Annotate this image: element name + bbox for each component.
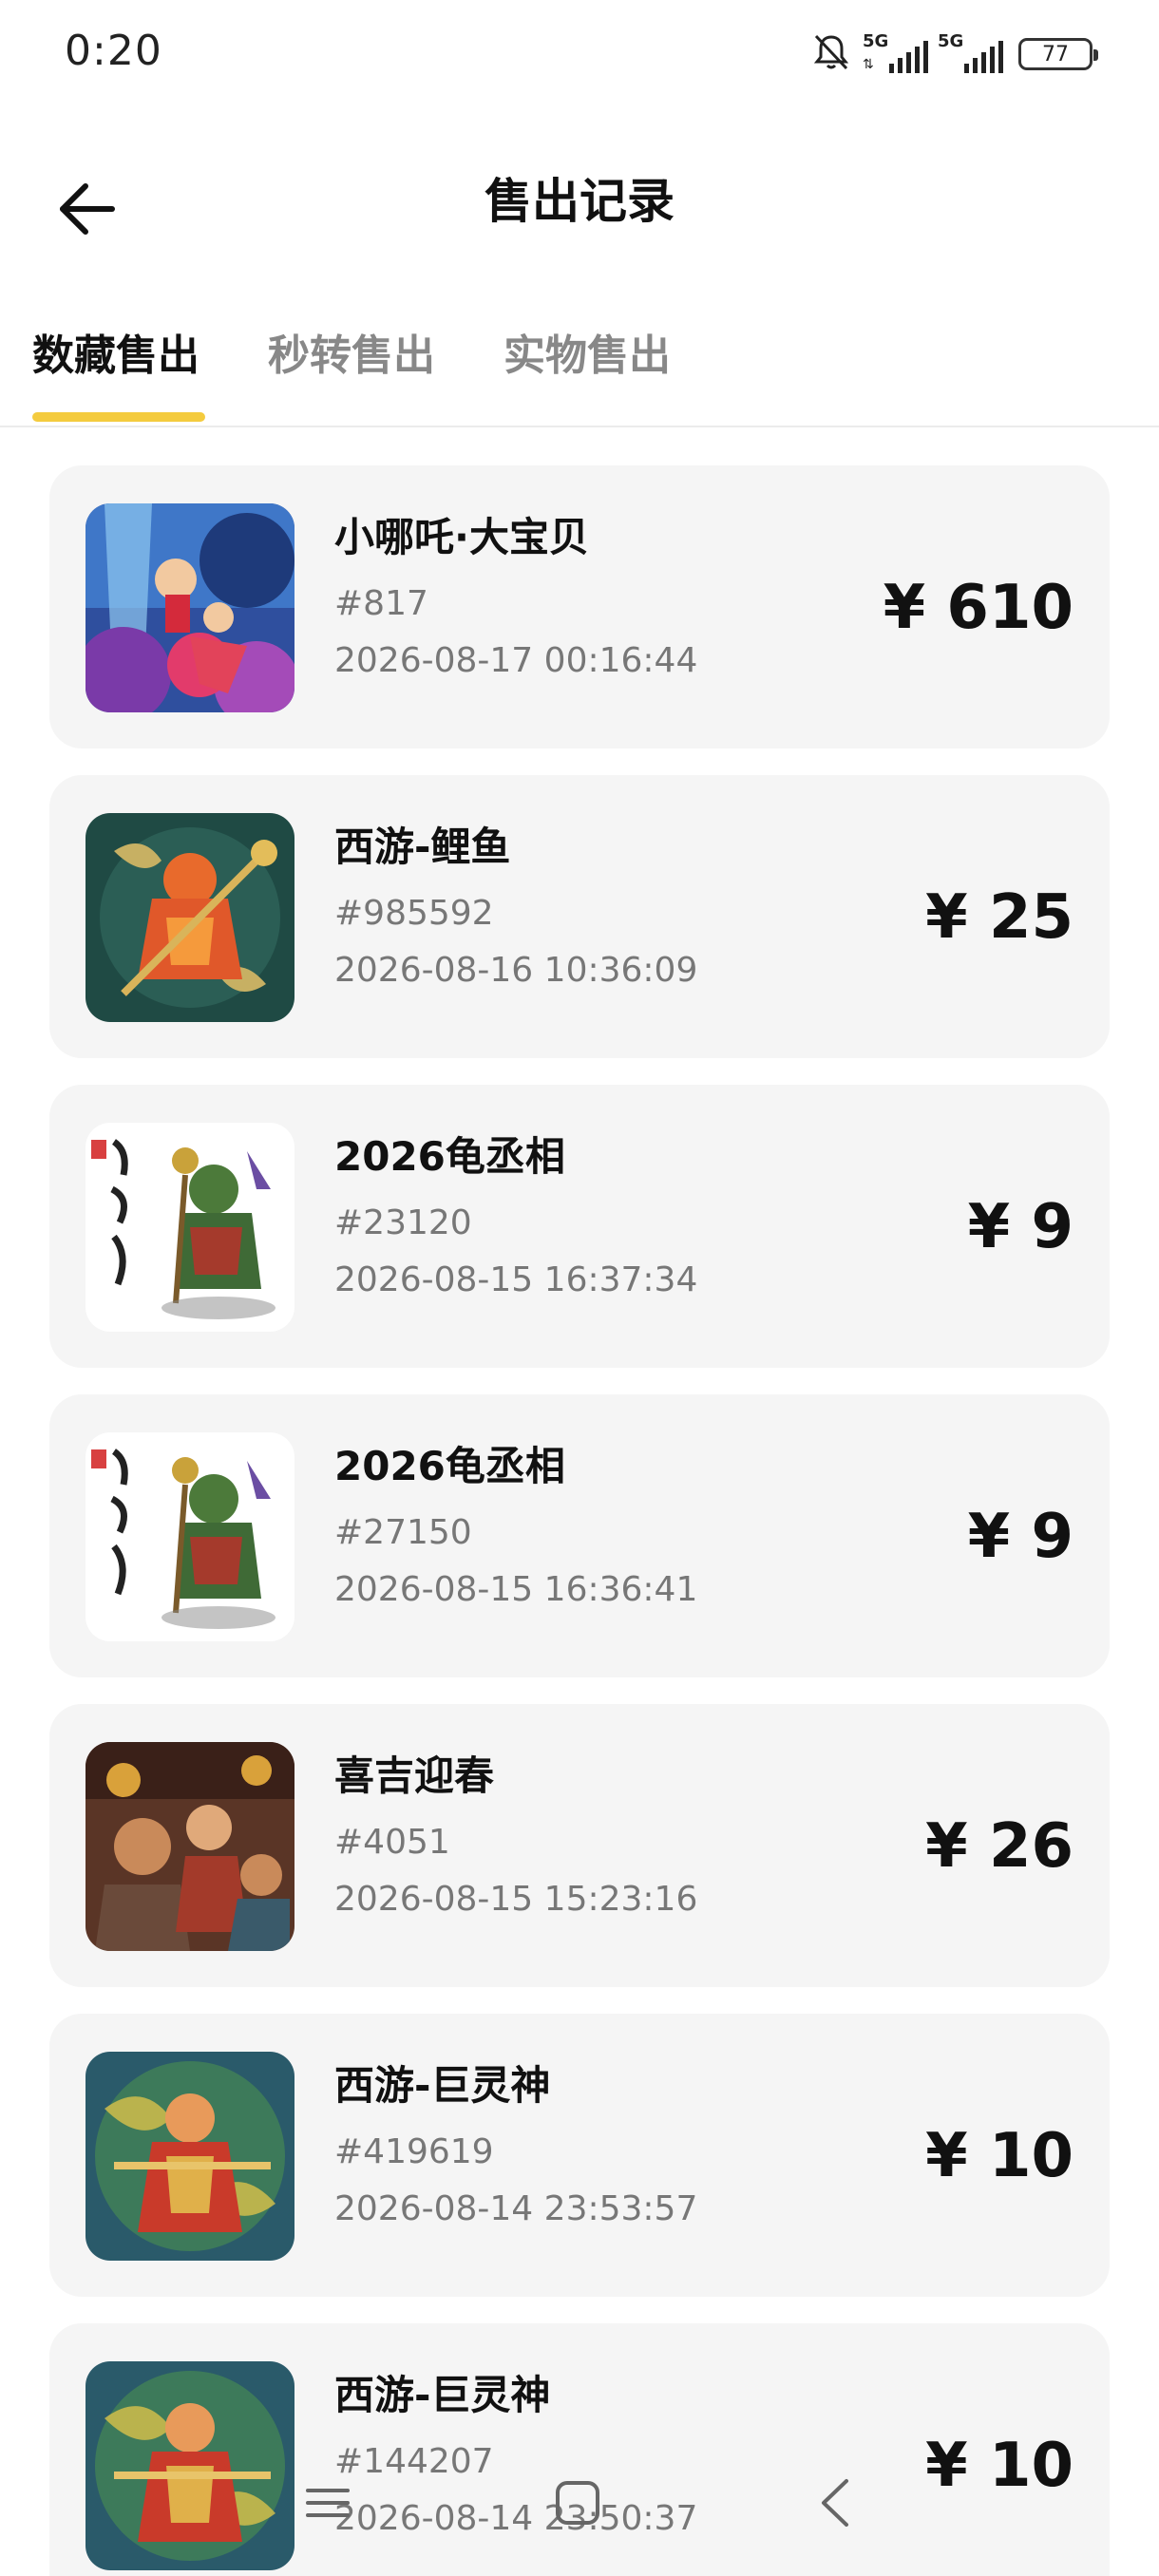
serial-number: #23120 (334, 1203, 472, 1242)
tab-instant-sold[interactable]: 秒转售出 (268, 321, 435, 382)
record-card[interactable]: 小哪吒·大宝贝 #817 2026-08-17 00:16:44 ¥ 610 (49, 465, 1110, 748)
battery-level: 77 (1042, 42, 1069, 66)
collectible-name: 西游-巨灵神 (334, 2372, 551, 2418)
battery-icon: 77 (1018, 38, 1098, 70)
collectible-thumbnail (86, 1742, 294, 1951)
network-type-sim2: 5G (938, 31, 964, 51)
tab-bar: 数藏售出 秒转售出 实物售出 (0, 304, 1159, 427)
sold-price: ¥ 26 (925, 1811, 1074, 1882)
network-type-sim1: 5G (863, 31, 889, 51)
collectible-name: 2026龟丞相 (334, 1133, 565, 1180)
status-bar: 0:20 5G ⇅ 5G 77 (0, 0, 1159, 114)
system-nav-bar (0, 2460, 1159, 2546)
page-title: 售出记录 (484, 174, 674, 229)
menu-icon (306, 2489, 350, 2517)
signal-icon-sim2: 5G (938, 31, 1003, 73)
collectible-name: 西游-巨灵神 (334, 2062, 551, 2109)
sold-time: 2026-08-16 10:36:09 (334, 951, 698, 990)
sold-time: 2026-08-15 16:37:34 (334, 1260, 698, 1299)
serial-number: #4051 (334, 1823, 450, 1862)
collectible-name: 小哪吒·大宝贝 (334, 514, 589, 560)
record-card[interactable]: 西游-巨灵神 #419619 2026-08-14 23:53:57 ¥ 10 (49, 2014, 1110, 2297)
record-info: 小哪吒·大宝贝 #817 2026-08-17 00:16:44 (334, 511, 697, 682)
sold-price: ¥ 610 (883, 573, 1074, 643)
record-info: 2026龟丞相 #27150 2026-08-15 16:36:41 (334, 1440, 697, 1611)
record-card[interactable]: 2026龟丞相 #27150 2026-08-15 16:36:41 ¥ 9 (49, 1394, 1110, 1677)
sold-price: ¥ 9 (967, 1502, 1074, 1572)
status-icons: 5G ⇅ 5G 77 (809, 30, 1098, 78)
record-info: 喜吉迎春 #4051 2026-08-15 15:23:16 (334, 1750, 697, 1921)
serial-number: #985592 (334, 894, 494, 933)
square-icon (556, 2481, 599, 2525)
record-card[interactable]: 西游-鲤鱼 #985592 2026-08-16 10:36:09 ¥ 25 (49, 775, 1110, 1058)
collectible-name: 2026龟丞相 (334, 1443, 565, 1489)
collectible-thumbnail (86, 503, 294, 712)
status-time: 0:20 (65, 27, 162, 75)
record-card[interactable]: 2026龟丞相 #23120 2026-08-15 16:37:34 ¥ 9 (49, 1085, 1110, 1368)
serial-number: #817 (334, 584, 428, 623)
data-arrows-icon: ⇅ (863, 57, 874, 72)
sold-price: ¥ 9 (967, 1192, 1074, 1262)
record-info: 西游-鲤鱼 #985592 2026-08-16 10:36:09 (334, 821, 697, 992)
collectible-name: 西游-鲤鱼 (334, 824, 511, 870)
bell-muted-icon (809, 30, 853, 78)
sold-time: 2026-08-15 16:36:41 (334, 1570, 698, 1609)
record-info: 西游-巨灵神 #419619 2026-08-14 23:53:57 (334, 2059, 697, 2230)
collectible-thumbnail (86, 813, 294, 1022)
tab-physical-sold[interactable]: 实物售出 (504, 321, 671, 382)
active-tab-indicator (32, 412, 205, 422)
recent-apps-button[interactable] (294, 2460, 361, 2546)
sold-time: 2026-08-15 15:23:16 (334, 1880, 698, 1919)
collectible-name: 喜吉迎春 (334, 1752, 495, 1799)
nav-header: 售出记录 (0, 142, 1159, 247)
chevron-left-icon (822, 2479, 848, 2527)
sold-time: 2026-08-14 23:53:57 (334, 2189, 698, 2228)
record-card[interactable]: 喜吉迎春 #4051 2026-08-15 15:23:16 ¥ 26 (49, 1704, 1110, 1987)
serial-number: #27150 (334, 1513, 472, 1552)
signal-icon-sim1: 5G ⇅ (863, 31, 928, 73)
system-back-button[interactable] (803, 2460, 869, 2546)
record-info: 2026龟丞相 #23120 2026-08-15 16:37:34 (334, 1130, 697, 1301)
screen: 0:20 5G ⇅ 5G 77 售出记录 数藏售出 秒转售出 实物售出 小哪吒·… (0, 0, 1159, 2576)
sold-time: 2026-08-17 00:16:44 (334, 641, 698, 680)
sold-price: ¥ 10 (925, 2121, 1074, 2191)
collectible-thumbnail (86, 1123, 294, 1332)
sold-price: ¥ 25 (925, 882, 1074, 953)
serial-number: #419619 (334, 2132, 494, 2171)
home-button[interactable] (544, 2460, 611, 2546)
sold-records-list: 小哪吒·大宝贝 #817 2026-08-17 00:16:44 ¥ 610 西… (49, 465, 1110, 2576)
collectible-thumbnail (86, 1432, 294, 1641)
tab-digital-sold[interactable]: 数藏售出 (32, 321, 200, 382)
collectible-thumbnail (86, 2052, 294, 2261)
